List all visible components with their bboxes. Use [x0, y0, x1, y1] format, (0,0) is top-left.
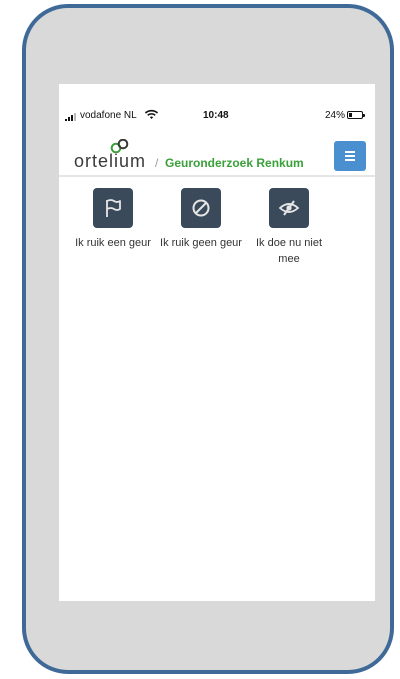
- option-smell-odor[interactable]: Ik ruik een geur: [68, 188, 158, 251]
- option-not-participating[interactable]: Ik doe nu niet mee: [244, 188, 334, 267]
- wifi-icon: [145, 109, 158, 119]
- battery-percent: 24%: [325, 110, 346, 121]
- battery-icon: [347, 111, 365, 119]
- carrier-name: vodafone NL: [80, 110, 137, 121]
- option-no-odor[interactable]: Ik ruik geen geur: [156, 188, 246, 251]
- title-separator: /: [155, 156, 159, 170]
- option-label: Ik doe nu niet mee: [255, 237, 323, 265]
- signal-bars-icon: [65, 113, 76, 121]
- menu-button[interactable]: [334, 141, 366, 171]
- app-header: ortelium / Geuronderzoek Renkum: [59, 136, 375, 174]
- eye-off-icon: [269, 188, 309, 228]
- status-bar: vodafone NL 10:48 24%: [59, 109, 375, 124]
- header-divider: [59, 175, 375, 177]
- project-title: Geuronderzoek Renkum: [165, 156, 304, 170]
- logo: ortelium: [74, 151, 147, 171]
- clock: 10:48: [203, 110, 229, 121]
- hamburger-menu-icon: [345, 151, 355, 161]
- option-label: Ik ruik geen geur: [160, 237, 242, 249]
- option-label: Ik ruik een geur: [75, 237, 151, 249]
- flag-icon: [93, 188, 133, 228]
- no-entry-icon: [181, 188, 221, 228]
- phone-screen: vodafone NL 10:48 24% ortelium / Geurond…: [59, 84, 375, 601]
- battery-level: [349, 113, 352, 117]
